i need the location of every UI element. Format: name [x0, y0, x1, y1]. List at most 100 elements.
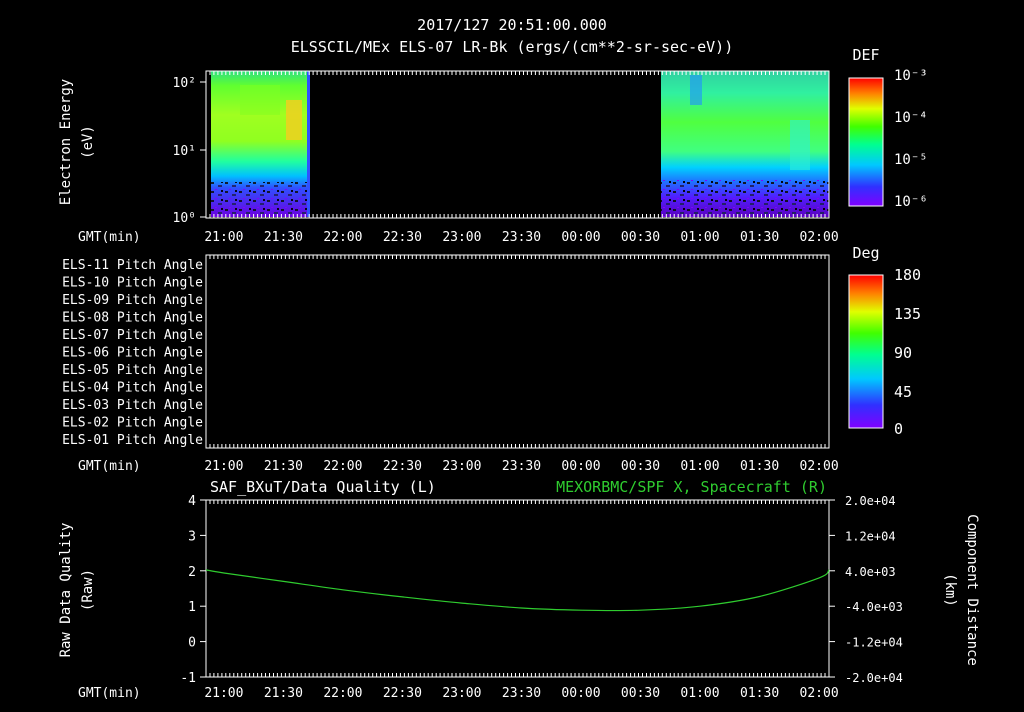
header-timestamp: 2017/127 20:51:00.000 — [417, 16, 607, 34]
quality-ytick: 3 — [188, 529, 196, 544]
distance-ytick: 4.0e+03 — [845, 565, 896, 579]
time-tick-label: 21:00 — [204, 686, 243, 701]
pitch-angle-row-label: ELS-11 Pitch Angle — [62, 258, 203, 273]
time-tick-label: 01:00 — [680, 459, 719, 474]
time-tick-label: 21:30 — [264, 459, 303, 474]
time-minor-ticks — [205, 673, 830, 677]
deg-colorbar-tick: 135 — [894, 305, 921, 323]
deg-colorbar-tick: 180 — [894, 266, 921, 284]
pitch-angle-row-label: ELS-07 Pitch Angle — [62, 328, 203, 343]
pitch-angle-row-label: ELS-10 Pitch Angle — [62, 276, 203, 291]
deg-colorbar: Deg 180 135 90 45 0 — [848, 244, 921, 438]
time-tick-label: 23:00 — [442, 230, 481, 245]
pitch-angle-panel: ELS-11 Pitch Angle ELS-10 Pitch Angle ELS-… — [62, 244, 921, 474]
quality-y-axis: 4 3 2 1 0 -1 — [180, 494, 206, 686]
distance-yunits: (km) — [942, 573, 958, 607]
time-tick-label: 01:30 — [740, 459, 779, 474]
time-tick-label: 00:30 — [621, 459, 660, 474]
deg-colorbar-tick: 90 — [894, 344, 912, 362]
header-title: ELSSCIL/MEx ELS-07 LR-Bk (ergs/(cm**2-sr… — [291, 38, 734, 56]
spectrogram-data-block-1 — [211, 71, 310, 217]
quality-top-ticks — [205, 500, 830, 504]
def-colorbar-tick: 10⁻⁵ — [894, 152, 928, 168]
time-axis-label: GMT(min) — [78, 686, 141, 701]
distance-ytick: 2.0e+04 — [845, 494, 896, 508]
spectrogram-data-block-2 — [661, 71, 829, 217]
time-tick-label: 23:00 — [442, 459, 481, 474]
time-tick-label: 22:00 — [323, 686, 362, 701]
quality-ytick: 0 — [188, 636, 196, 651]
quality-ylabel: Raw Data Quality — [58, 523, 74, 658]
quality-distance-panel: SAF_BXuT/Data Quality (L) MEXORBMC/SPF X… — [58, 478, 980, 701]
time-tick-label: 00:00 — [561, 686, 600, 701]
deg-colorbar-tick: 45 — [894, 383, 912, 401]
distance-ytick: -1.2e+04 — [845, 636, 903, 650]
time-tick-label: 23:00 — [442, 686, 481, 701]
pitch-angle-row-label: ELS-01 Pitch Angle — [62, 433, 203, 448]
pitch-angle-row-label: ELS-05 Pitch Angle — [62, 363, 203, 378]
pitch-angle-row-label: ELS-03 Pitch Angle — [62, 398, 203, 413]
energy-yunits: (eV) — [80, 125, 96, 159]
energy-ylabel: Electron Energy — [58, 79, 74, 205]
time-tick-label: 22:30 — [383, 459, 422, 474]
energy-ytick: 10¹ — [173, 144, 196, 159]
time-tick-label: 01:00 — [680, 686, 719, 701]
def-colorbar-tick: 10⁻⁴ — [894, 110, 928, 126]
energy-y-axis: 10² 10¹ 10⁰ Electron Energy (eV) — [58, 76, 206, 226]
quality-ytick: 4 — [188, 494, 196, 509]
distance-ytick: 1.2e+04 — [845, 529, 896, 543]
pitch-angle-row-label: ELS-09 Pitch Angle — [62, 293, 203, 308]
time-tick-label: 22:30 — [383, 230, 422, 245]
energy-ytick: 10² — [173, 76, 196, 91]
time-tick-label: 23:30 — [502, 686, 541, 701]
def-colorbar: DEF 10⁻³ 10⁻⁴ 10⁻⁵ 10⁻⁶ — [848, 46, 928, 210]
energy-spectrogram-panel: 10² 10¹ 10⁰ Electron Energy (eV) DEF 10⁻… — [58, 46, 928, 245]
distance-title-right: MEXORBMC/SPF X, Spacecraft (R) — [556, 478, 827, 496]
energy-ytick: 10⁰ — [173, 211, 196, 226]
quality-title-left: SAF_BXuT/Data Quality (L) — [210, 478, 436, 496]
quality-plot-frame — [205, 499, 830, 678]
time-tick-label: 00:00 — [561, 230, 600, 245]
def-colorbar-tick: 10⁻³ — [894, 68, 928, 84]
time-tick-label: 23:30 — [502, 230, 541, 245]
time-tick-label: 01:00 — [680, 230, 719, 245]
time-tick-label: 21:30 — [264, 230, 303, 245]
time-tick-label: 21:00 — [204, 230, 243, 245]
deg-colorbar-label: Deg — [852, 244, 879, 262]
pitch-angle-row-label: ELS-04 Pitch Angle — [62, 381, 203, 396]
distance-series-line — [205, 569, 830, 612]
pitch-angle-row-label: ELS-08 Pitch Angle — [62, 311, 203, 326]
pitch-angle-row-label: ELS-06 Pitch Angle — [62, 346, 203, 361]
quality-ytick: 1 — [188, 600, 196, 615]
time-tick-label: 21:30 — [264, 686, 303, 701]
pitch-angle-labels: ELS-11 Pitch Angle ELS-10 Pitch Angle ELS-… — [62, 258, 203, 448]
time-tick-label: 22:00 — [323, 459, 362, 474]
time-tick-label: 22:00 — [323, 230, 362, 245]
time-axis-label: GMT(min) — [78, 459, 141, 474]
time-axis-label: GMT(min) — [78, 230, 141, 245]
distance-ytick: -2.0e+04 — [845, 671, 903, 685]
time-tick-label: 00:30 — [621, 686, 660, 701]
time-tick-label: 01:30 — [740, 230, 779, 245]
distance-ylabel: Component Distance — [964, 514, 980, 666]
time-tick-label: 01:30 — [740, 686, 779, 701]
time-tick-label: 00:30 — [621, 230, 660, 245]
quality-yunits: (Raw) — [80, 569, 96, 611]
time-tick-label: 21:00 — [204, 459, 243, 474]
deg-colorbar-tick: 0 — [894, 420, 903, 438]
time-tick-label: 02:00 — [800, 230, 839, 245]
time-tick-label: 02:00 — [800, 686, 839, 701]
orbit-summary-figure: 2017/127 20:51:00.000 ELSSCIL/MEx ELS-07… — [58, 16, 980, 701]
def-colorbar-label: DEF — [852, 46, 879, 64]
quality-ytick: -1 — [180, 671, 196, 686]
time-tick-label: 22:30 — [383, 686, 422, 701]
pitch-angle-row-label: ELS-02 Pitch Angle — [62, 416, 203, 431]
def-colorbar-tick: 10⁻⁶ — [894, 194, 928, 210]
time-tick-label: 23:30 — [502, 459, 541, 474]
distance-ytick: -4.0e+03 — [845, 600, 903, 614]
pitch-plot-frame — [205, 254, 830, 449]
quality-ytick: 2 — [188, 565, 196, 580]
time-tick-label: 02:00 — [800, 459, 839, 474]
time-tick-label: 00:00 — [561, 459, 600, 474]
distance-y-axis: 2.0e+04 1.2e+04 4.0e+03 -4.0e+03 -1.2e+04 -2.… — [829, 494, 903, 685]
